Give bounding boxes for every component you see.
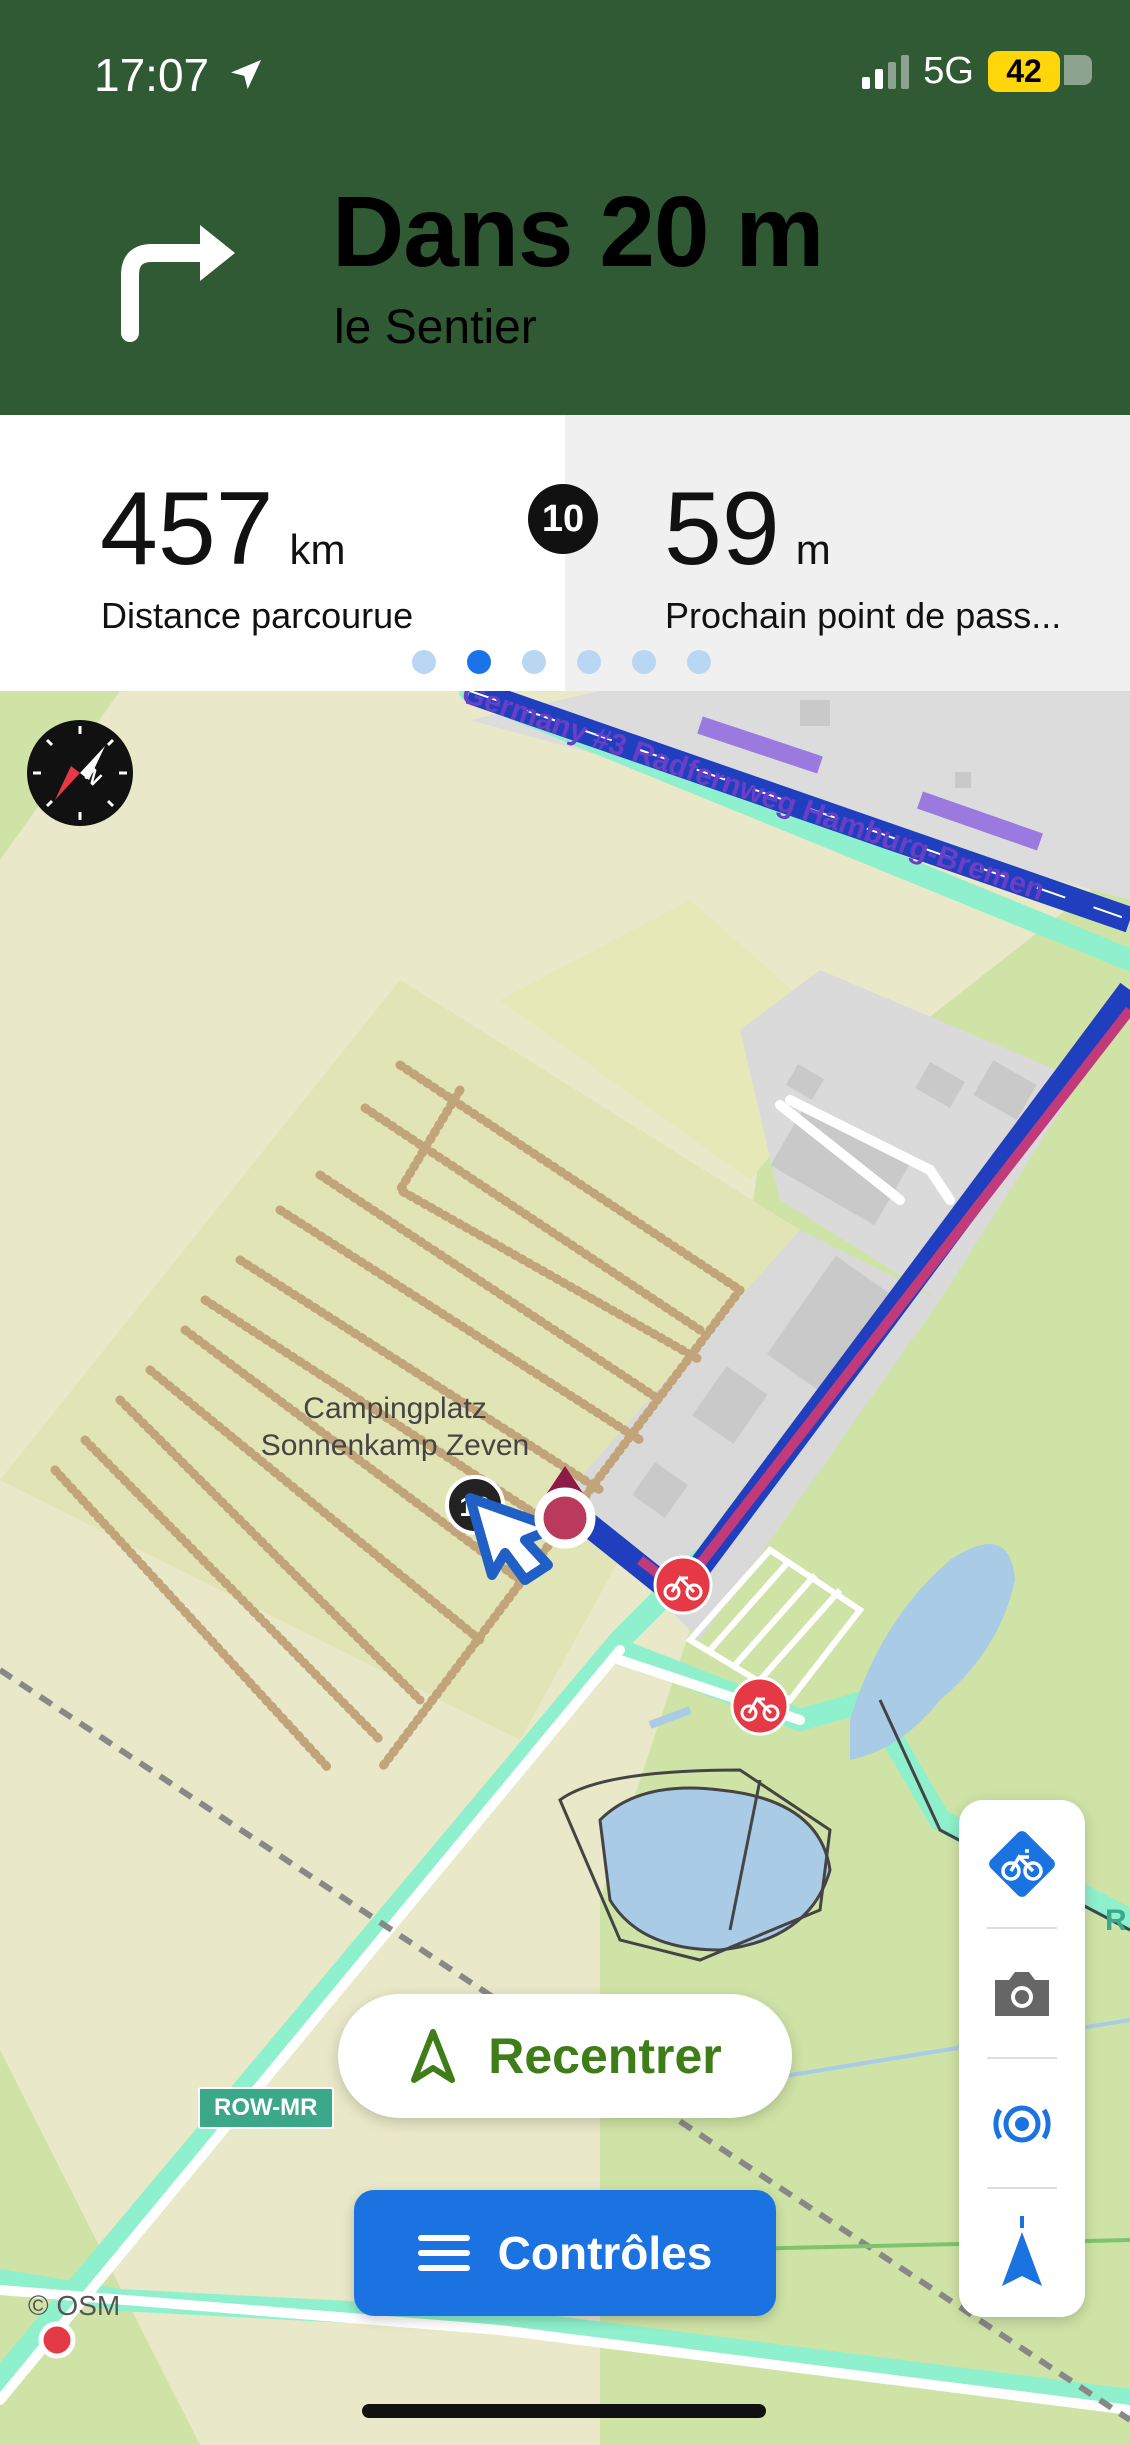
bike-route-button[interactable] xyxy=(959,1800,1085,1928)
next-waypoint-label: Prochain point de pass... xyxy=(665,595,1062,636)
edge-route-label: R xyxy=(1105,1904,1127,1937)
battery-level: 42 xyxy=(1006,53,1042,89)
poi-label: Campingplatz xyxy=(303,1392,486,1425)
stat-number: 59 xyxy=(664,471,780,587)
maneuver-distance: Dans 20 m xyxy=(332,176,824,288)
stat-unit: km xyxy=(289,526,346,573)
live-tracking-button[interactable] xyxy=(959,2060,1085,2188)
hamburger-menu-icon xyxy=(417,2235,470,2271)
controls-button[interactable]: Contrôles xyxy=(354,2190,776,2316)
compass-icon[interactable]: N xyxy=(25,718,135,828)
recenter-button[interactable]: Recentrer xyxy=(338,1994,792,2118)
stat-unit: m xyxy=(795,526,831,573)
bike-poi-icon[interactable] xyxy=(653,1555,713,1615)
bicycle-route-icon xyxy=(989,1831,1055,1897)
poi-label: Sonnenkamp Zeven xyxy=(261,1429,530,1462)
map-tools-panel xyxy=(959,1800,1085,2317)
stat-number: 457 xyxy=(100,471,274,587)
stop-marker[interactable] xyxy=(38,2321,76,2359)
clock-text: 17:07 xyxy=(94,49,210,101)
north-up-button[interactable] xyxy=(959,2190,1085,2318)
distance-traveled-value: 457 km xyxy=(100,470,346,589)
turn-right-icon xyxy=(121,225,235,342)
recenter-label: Recentrer xyxy=(488,2028,722,2084)
north-arrow-icon xyxy=(1002,2216,1042,2286)
battery-icon: 42 xyxy=(988,51,1092,92)
home-indicator[interactable] xyxy=(362,2404,766,2418)
camera-icon xyxy=(995,1972,1049,2016)
page-dot[interactable] xyxy=(522,650,546,674)
camera-button[interactable] xyxy=(959,1930,1085,2058)
next-waypoint-value: 59 m xyxy=(664,470,831,589)
status-indicators: 5G 42 xyxy=(862,50,1092,93)
map-credit[interactable]: © OSM xyxy=(28,2290,120,2322)
broadcast-icon xyxy=(993,2105,1051,2143)
page-indicator[interactable] xyxy=(412,650,711,674)
page-dot[interactable] xyxy=(412,650,436,674)
location-arrow-icon xyxy=(230,60,261,90)
signal-icon xyxy=(862,54,910,89)
maneuver-street: le Sentier xyxy=(334,301,537,354)
network-label: 5G xyxy=(923,50,974,92)
controls-label: Contrôles xyxy=(497,2227,713,2279)
status-time: 17:07 xyxy=(94,48,266,102)
page-dot[interactable] xyxy=(687,650,711,674)
page-dot[interactable] xyxy=(577,650,601,674)
bike-poi-icon[interactable] xyxy=(730,1676,790,1736)
distance-traveled-label: Distance parcourue xyxy=(101,595,414,636)
waypoint-number-badge: 10 xyxy=(528,484,598,554)
road-badge: ROW-MR xyxy=(198,2087,334,2129)
page-dot[interactable] xyxy=(467,650,491,674)
navigation-arrow-icon xyxy=(411,2029,456,2083)
current-position-marker xyxy=(534,1487,596,1549)
page-dot[interactable] xyxy=(632,650,656,674)
